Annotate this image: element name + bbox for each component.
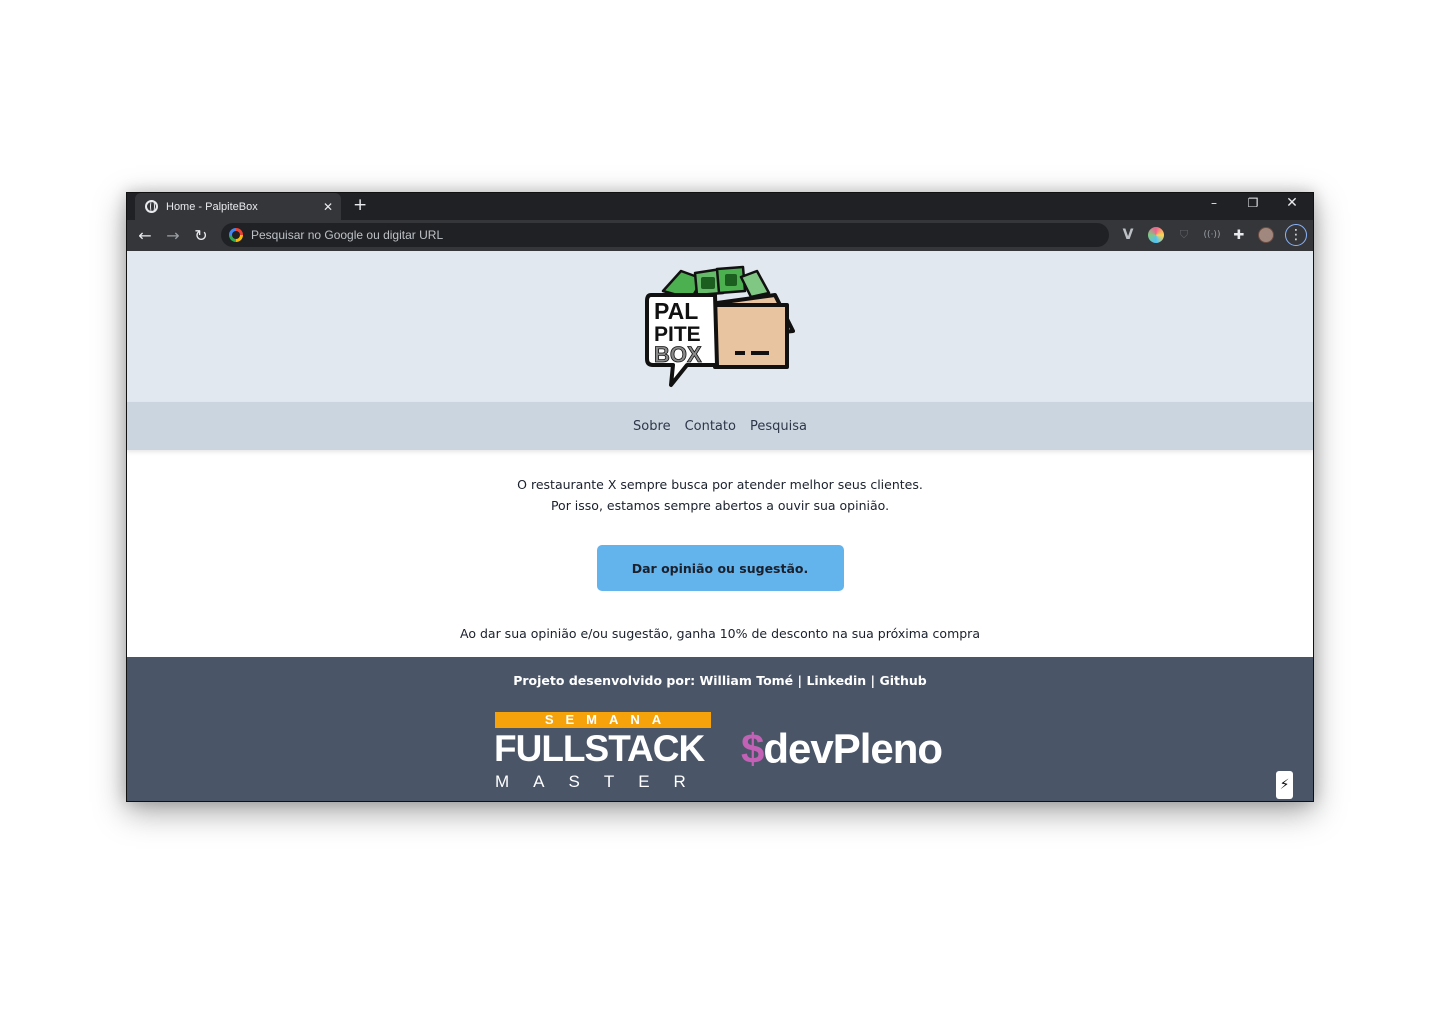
forward-button[interactable]: → — [163, 225, 183, 245]
nav-link-contato[interactable]: Contato — [685, 419, 736, 434]
logo-text-box: BOX — [654, 342, 702, 367]
close-icon[interactable]: ✕ — [323, 200, 333, 214]
color-extension-icon[interactable] — [1148, 227, 1164, 243]
broadcast-extension-icon[interactable]: ((·)) — [1204, 227, 1221, 243]
intro-line-1: O restaurante X sempre busca por atender… — [517, 477, 923, 492]
minimize-button[interactable]: – — [1195, 193, 1233, 213]
url-input[interactable] — [251, 228, 1071, 242]
tab-strip: Home - PalpiteBox ✕ + – ❐ ✕ — [127, 193, 1313, 220]
intro-line-2: Por isso, estamos sempre abertos a ouvir… — [550, 498, 890, 513]
restore-button[interactable]: ❐ — [1234, 193, 1272, 213]
reload-button[interactable]: ↻ — [191, 225, 211, 245]
extensions-puzzle-icon[interactable]: ✚ — [1231, 227, 1247, 243]
github-link[interactable]: Github — [879, 673, 926, 688]
fullstack-sub-text: MASTER — [495, 772, 710, 791]
credit-separator: | — [866, 673, 880, 688]
nav-link-pesquisa[interactable]: Pesquisa — [750, 419, 807, 434]
browser-toolbar: ← → ↻ V ⛉ ((·)) ✚ ⋮ — [127, 220, 1313, 251]
browser-window: Home - PalpiteBox ✕ + – ❐ ✕ ← → ↻ V ⛉ ((… — [126, 192, 1314, 802]
globe-icon — [145, 200, 158, 213]
tab-home[interactable]: Home - PalpiteBox ✕ — [135, 193, 341, 220]
fullstack-master-logo: SEMANA FULLSTACK MASTER — [494, 712, 711, 792]
tab-title: Home - PalpiteBox — [166, 200, 258, 213]
site-footer: Projeto desenvolvido por: William Tomé |… — [127, 657, 1313, 801]
google-icon — [229, 228, 243, 242]
flash-icon[interactable]: ⚡ — [1276, 771, 1293, 799]
promo-text: Ao dar sua opinião e/ou sugestão, ganha … — [460, 626, 980, 641]
linkedin-link[interactable]: Linkedin — [806, 673, 866, 688]
shield-extension-icon[interactable]: ⛉ — [1176, 227, 1192, 243]
devpleno-text: devPleno — [763, 725, 943, 772]
address-bar[interactable] — [221, 223, 1109, 247]
footer-credit: Projeto desenvolvido por: William Tomé |… — [127, 673, 1313, 688]
dollar-icon: $ — [741, 725, 764, 772]
profile-avatar[interactable] — [1258, 227, 1274, 243]
credit-separator: | — [793, 673, 807, 688]
nav-link-sobre[interactable]: Sobre — [633, 419, 671, 434]
palpitebox-logo[interactable]: PAL PITE BOX — [645, 265, 795, 389]
window-close-button[interactable]: ✕ — [1273, 193, 1311, 213]
main-content: O restaurante X sempre busca por atender… — [127, 450, 1313, 657]
credit-prefix: Projeto desenvolvido por: — [513, 673, 700, 688]
vimium-extension-icon[interactable]: V — [1120, 227, 1136, 243]
fullstack-main-text: FULLSTACK — [494, 728, 705, 769]
back-button[interactable]: ← — [135, 225, 155, 245]
fullstack-band-text: SEMANA — [495, 712, 711, 728]
author-link[interactable]: William Tomé — [699, 673, 793, 688]
logo-text-pal: PAL — [654, 298, 698, 324]
site-nav: Sobre Contato Pesquisa — [127, 402, 1313, 450]
intro-text: O restaurante X sempre busca por atender… — [517, 474, 923, 516]
give-opinion-button[interactable]: Dar opinião ou sugestão. — [596, 545, 844, 591]
page-viewport: PAL PITE BOX Sobre Contato Pesquisa O re… — [127, 251, 1313, 801]
new-tab-button[interactable]: + — [353, 195, 367, 215]
devpleno-logo: $devPleno — [741, 725, 943, 773]
browser-menu-button[interactable]: ⋮ — [1285, 224, 1307, 246]
site-header: PAL PITE BOX — [127, 251, 1313, 402]
